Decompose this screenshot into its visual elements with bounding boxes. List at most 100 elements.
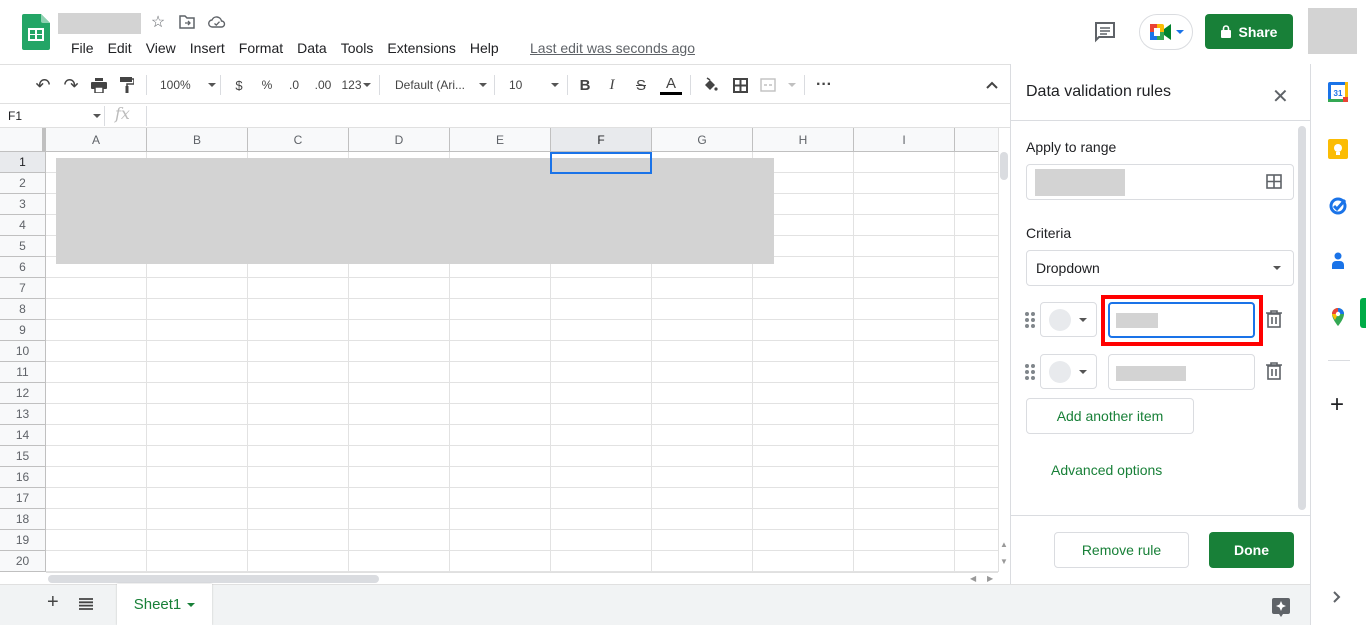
undo-icon[interactable]: ↶ [33,73,53,97]
formula-input[interactable] [148,105,998,127]
row-header-5[interactable]: 5 [0,236,46,257]
advanced-options-link[interactable]: Advanced options [1051,462,1162,478]
row-header-16[interactable]: 16 [0,467,46,488]
menu-data[interactable]: Data [290,39,334,57]
item-color-picker[interactable] [1040,354,1097,389]
vertical-scrollbar[interactable] [998,128,1010,572]
last-edit-link[interactable]: Last edit was seconds ago [530,40,695,56]
row-header-15[interactable]: 15 [0,446,46,467]
document-title[interactable] [58,13,141,34]
more-formats-select[interactable]: 123 [340,73,372,97]
zoom-select[interactable]: 100% [160,73,216,97]
merge-cells-button[interactable] [760,73,796,97]
column-header-j[interactable] [955,128,998,152]
all-sheets-icon[interactable] [79,597,93,615]
column-header-g[interactable]: G [652,128,753,152]
row-header-3[interactable]: 3 [0,194,46,215]
explore-icon[interactable] [1271,597,1291,622]
column-header-f[interactable]: F [551,128,652,152]
bold-icon[interactable]: B [577,73,593,97]
row-header-19[interactable]: 19 [0,530,46,551]
menu-edit[interactable]: Edit [101,39,139,57]
drag-handle-icon[interactable] [1025,364,1035,380]
menu-insert[interactable]: Insert [183,39,232,57]
menu-extensions[interactable]: Extensions [380,39,462,57]
add-sheet-icon[interactable]: + [47,591,59,614]
menu-view[interactable]: View [139,39,183,57]
decrease-decimal-button[interactable]: .0 [284,73,304,97]
text-color-icon[interactable]: A [660,73,682,97]
calendar-icon[interactable]: 31 [1328,82,1350,104]
collapse-menus-icon[interactable] [982,73,1002,97]
menu-format[interactable]: Format [232,39,290,57]
sheets-logo[interactable] [22,14,50,50]
redo-icon[interactable]: ↷ [61,73,81,97]
row-header-8[interactable]: 8 [0,299,46,320]
tasks-icon[interactable] [1328,195,1350,217]
row-header-12[interactable]: 12 [0,383,46,404]
row-header-7[interactable]: 7 [0,278,46,299]
strikethrough-icon[interactable]: S [632,73,650,97]
share-button[interactable]: Share [1205,14,1293,49]
name-box[interactable]: F1 [8,109,22,123]
fill-color-icon[interactable] [700,73,720,97]
font-select[interactable]: Default (Ari... [395,73,487,97]
italic-icon[interactable]: I [604,73,620,97]
menu-tools[interactable]: Tools [334,39,381,57]
row-header-9[interactable]: 9 [0,320,46,341]
delete-item-1-icon[interactable] [1266,310,1284,330]
row-header-1[interactable]: 1 [0,152,46,173]
scroll-right-icon[interactable]: ▶ [987,574,993,583]
row-header-4[interactable]: 4 [0,215,46,236]
scroll-down-icon[interactable]: ▼ [1000,557,1008,566]
select-all-corner[interactable] [0,128,46,152]
paint-format-icon[interactable] [117,73,137,97]
select-range-icon[interactable] [1266,174,1282,194]
column-header-d[interactable]: D [349,128,450,152]
contacts-icon[interactable] [1328,251,1350,273]
get-addons-icon[interactable]: + [1330,393,1344,417]
row-header-17[interactable]: 17 [0,488,46,509]
keep-icon[interactable] [1328,139,1350,161]
sheet-tab[interactable]: Sheet1 [117,584,212,625]
chevron-down-icon[interactable] [93,114,101,118]
show-side-panel-icon[interactable] [1333,590,1341,608]
done-button[interactable]: Done [1209,532,1294,568]
increase-decimal-button[interactable]: .00 [312,73,334,97]
delete-item-2-icon[interactable] [1266,362,1284,382]
column-header-h[interactable]: H [753,128,854,152]
account-avatar[interactable] [1308,8,1357,54]
row-header-13[interactable]: 13 [0,404,46,425]
percent-format-button[interactable]: % [258,73,276,97]
more-icon[interactable]: ··· [814,73,834,97]
currency-format-button[interactable]: $ [231,73,247,97]
vertical-scroll-thumb[interactable] [1000,152,1008,180]
borders-icon[interactable] [730,73,750,97]
row-header-10[interactable]: 10 [0,341,46,362]
menu-file[interactable]: File [64,39,101,57]
criteria-select[interactable]: Dropdown [1026,250,1294,286]
row-header-11[interactable]: 11 [0,362,46,383]
move-folder-icon[interactable] [177,12,197,32]
row-header-2[interactable]: 2 [0,173,46,194]
comment-history-icon[interactable] [1093,20,1119,44]
horizontal-scroll-thumb[interactable] [48,575,379,583]
column-header-b[interactable]: B [147,128,248,152]
scroll-up-icon[interactable]: ▲ [1000,540,1008,549]
row-header-20[interactable]: 20 [0,551,46,572]
menu-help[interactable]: Help [463,39,506,57]
item-color-picker[interactable] [1040,302,1097,337]
star-icon[interactable]: ☆ [148,12,168,32]
column-header-c[interactable]: C [248,128,349,152]
selected-cell[interactable] [550,152,652,174]
meet-button[interactable] [1139,14,1193,50]
row-header-14[interactable]: 14 [0,425,46,446]
remove-rule-button[interactable]: Remove rule [1054,532,1189,568]
row-header-18[interactable]: 18 [0,509,46,530]
column-header-i[interactable]: I [854,128,955,152]
row-header-6[interactable]: 6 [0,257,46,278]
add-item-button[interactable]: Add another item [1026,398,1194,434]
print-icon[interactable] [89,73,109,97]
column-header-a[interactable]: A [46,128,147,152]
cloud-saved-icon[interactable] [207,12,227,32]
